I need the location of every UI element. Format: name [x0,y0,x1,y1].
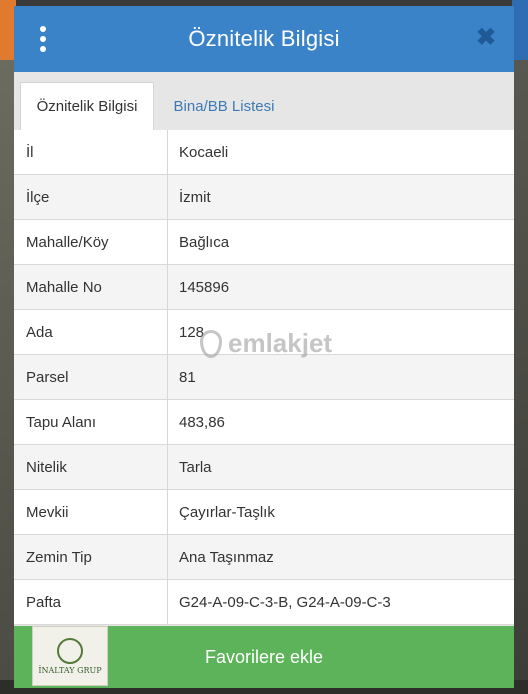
table-row: Mahalle No 145896 [14,265,514,310]
dialog-title: Öznitelik Bilgisi [188,26,340,51]
table-row: Parsel 81 [14,355,514,400]
row-key: İl [14,130,168,174]
table-row: İl Kocaeli [14,130,514,175]
tab-bar: Öznitelik Bilgisi Bina/BB Listesi [14,72,514,130]
table-row: İlçe İzmit [14,175,514,220]
logo-text: İNALTAY GRUP [38,665,102,675]
table-row: Mevkii Çayırlar-Taşlık [14,490,514,535]
row-key: Ada [14,310,168,354]
row-value: İzmit [168,175,514,219]
row-value: Tarla [168,445,514,489]
row-value: Kocaeli [179,143,229,161]
watermark-text: emlakjet [228,328,333,358]
row-key: İlçe [14,175,168,219]
row-value: Bağlıca [179,233,230,251]
company-logo: İNALTAY GRUP [32,626,108,686]
attribute-info-dialog: Öznitelik Bilgisi ✖ Öznitelik Bilgisi Bi… [14,6,514,688]
row-key: Mahalle No [14,265,168,309]
row-key: Parsel [14,355,168,399]
row-value: G24-A-09-C-3-B, G24-A-09-C-3 [179,593,391,611]
row-key: Pafta [14,580,168,624]
row-key: Tapu Alanı [14,400,168,444]
row-value: 145896 [168,265,514,309]
table-row: Zemin Tip Ana Taşınmaz [14,535,514,580]
table-row: Nitelik Tarla [14,445,514,490]
tab-attribute-info[interactable]: Öznitelik Bilgisi [20,82,154,130]
row-value: Çayırlar-Taşlık [179,503,275,521]
row-value: 81 [168,355,514,399]
row-key: Mahalle/Köy [14,220,168,264]
row-key: Nitelik [14,445,168,489]
row-key: Mevkii [14,490,168,534]
dialog-header: Öznitelik Bilgisi ✖ [14,6,514,72]
tab-building-list[interactable]: Bina/BB Listesi [164,82,284,130]
table-row: Tapu Alanı 483,86 [14,400,514,445]
row-key: Zemin Tip [14,535,168,579]
table-row: Mahalle/Köy Bağlıca [14,220,514,265]
table-row: Pafta G24-A-09-C-3-B, G24-A-09-C-3 [14,580,514,625]
location-pin-icon [200,329,222,358]
map-background-right [512,0,528,694]
emlakjet-watermark: emlakjet [200,328,332,359]
more-vertical-icon[interactable] [36,26,50,52]
add-to-favorites-label: Favorilere ekle [204,646,324,667]
attribute-table: İl Kocaeli İlçe İzmit Mahalle/Köy Bağlıc… [14,130,514,625]
close-icon[interactable]: ✖ [476,26,496,50]
seal-icon [57,637,83,664]
row-value: 483,86 [179,413,225,431]
row-value: Ana Taşınmaz [168,535,514,579]
